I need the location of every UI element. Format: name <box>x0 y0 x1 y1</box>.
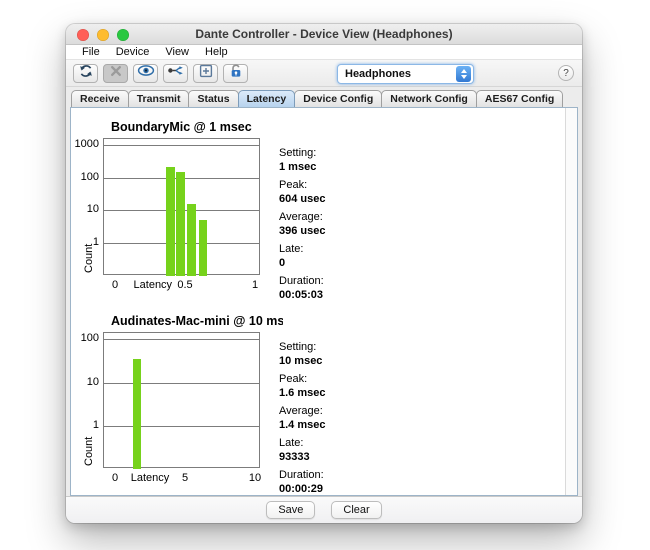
lock-icon <box>228 63 244 84</box>
latency-chart-1: Audinates-Mac-mini @ 10 msec 1 10 100 0 Laten… <box>71 314 577 496</box>
stat-label: Late: <box>279 437 389 451</box>
tab-latency[interactable]: Latency <box>238 90 296 107</box>
lock-button[interactable] <box>223 64 248 83</box>
latency-chart-0: BoundaryMic @ 1 msec 1 10 100 1000 0 Latency 0.… <box>71 120 577 314</box>
x-axis-label: Latency <box>131 472 170 484</box>
y-axis-label: Count <box>83 244 95 273</box>
histogram-bar <box>187 204 195 276</box>
y-axis-label: Count <box>83 437 95 466</box>
refresh-button[interactable] <box>73 64 98 83</box>
window-title: Dante Controller - Device View (Headphon… <box>195 27 452 41</box>
tab-bar: ReceiveTransmitStatusLatencyDevice Confi… <box>66 87 582 107</box>
histogram-bar <box>199 220 207 276</box>
plot-area <box>103 332 260 468</box>
latency-tab-panel: BoundaryMic @ 1 msec11010010000Latency0.… <box>70 107 578 496</box>
device-view-window: Dante Controller - Device View (Headphon… <box>66 24 582 523</box>
chart-title: BoundaryMic @ 1 msec <box>111 120 283 134</box>
plot-area <box>103 138 260 275</box>
config-disabled-button <box>103 64 128 83</box>
x-tick-label: 5 <box>182 472 188 484</box>
histogram-bar <box>166 167 174 276</box>
y-tick-label: 10 <box>71 376 99 388</box>
gridline <box>104 145 259 146</box>
x-tick-label: 0.5 <box>177 279 192 291</box>
x-axis-label: Latency <box>134 279 173 291</box>
x-tick-label: 0 <box>112 472 118 484</box>
multicast-button[interactable] <box>163 64 188 83</box>
tab-transmit[interactable]: Transmit <box>128 90 190 107</box>
close-button[interactable] <box>77 29 89 41</box>
menu-view[interactable]: View <box>157 46 197 58</box>
latency-stats: Setting:10 msec Peak:1.6 msec Average:1.4 … <box>279 341 389 496</box>
y-tick-label: 100 <box>71 332 99 344</box>
menu-file[interactable]: File <box>74 46 108 58</box>
clear-button[interactable]: Clear <box>331 501 381 519</box>
chart-title: Audinates-Mac-mini @ 10 msec <box>111 314 283 328</box>
stat-value: 1.6 msec <box>279 387 389 401</box>
save-button[interactable]: Save <box>266 501 315 519</box>
stat-label: Setting: <box>279 341 389 355</box>
add-flow-button[interactable] <box>193 64 218 83</box>
gridline <box>104 339 259 340</box>
stat-value: 396 usec <box>279 225 389 239</box>
y-tick-label: 1 <box>71 419 99 431</box>
x-tick-label: 1 <box>252 279 258 291</box>
y-tick-label: 1000 <box>71 138 99 150</box>
tab-status[interactable]: Status <box>188 90 238 107</box>
tab-aes67-config[interactable]: AES67 Config <box>476 90 563 107</box>
minimize-button[interactable] <box>97 29 109 41</box>
menu-help[interactable]: Help <box>197 46 236 58</box>
x-tick-label: 10 <box>249 472 261 484</box>
dropdown-stepper-icon <box>456 66 471 82</box>
menu-bar: FileDeviceViewHelp <box>66 45 582 60</box>
stat-value: 604 usec <box>279 193 389 207</box>
stat-label: Peak: <box>279 373 389 387</box>
title-bar[interactable]: Dante Controller - Device View (Headphon… <box>66 24 582 45</box>
add-flow-icon <box>198 63 214 84</box>
gridline <box>104 426 259 427</box>
stat-label: Average: <box>279 405 389 419</box>
x-tick-label: 0 <box>112 279 118 291</box>
stat-value: 1.4 msec <box>279 419 389 433</box>
toolbar: Headphones ? <box>66 60 582 87</box>
stat-value: 0 <box>279 257 389 271</box>
stat-value: 93333 <box>279 451 389 465</box>
help-button[interactable]: ? <box>558 65 574 81</box>
histogram-bar <box>133 359 141 469</box>
stat-value: 1 msec <box>279 161 389 175</box>
stat-label: Setting: <box>279 147 389 161</box>
tab-device-config[interactable]: Device Config <box>294 90 382 107</box>
y-tick-label: 10 <box>71 203 99 215</box>
zoom-button[interactable] <box>117 29 129 41</box>
stat-value: 00:05:03 <box>279 289 389 303</box>
identify-eye-button[interactable] <box>133 64 158 83</box>
bottom-bar: Save Clear <box>66 496 582 523</box>
config-disabled-icon <box>108 63 124 84</box>
identify-eye-icon <box>137 64 155 82</box>
stat-label: Average: <box>279 211 389 225</box>
menu-device[interactable]: Device <box>108 46 158 58</box>
stat-label: Peak: <box>279 179 389 193</box>
stat-label: Duration: <box>279 275 389 289</box>
tab-receive[interactable]: Receive <box>71 90 129 107</box>
histogram-bar <box>176 172 184 276</box>
device-select[interactable]: Headphones <box>337 64 474 84</box>
refresh-icon <box>78 63 94 84</box>
device-select-value: Headphones <box>338 68 456 80</box>
gridline <box>104 383 259 384</box>
tab-network-config[interactable]: Network Config <box>381 90 477 107</box>
traffic-lights <box>77 29 129 41</box>
stat-label: Late: <box>279 243 389 257</box>
latency-stats: Setting:1 msec Peak:604 usec Average:396 u… <box>279 147 389 307</box>
stat-value: 00:00:29 <box>279 483 389 497</box>
multicast-icon <box>167 64 185 82</box>
stat-value: 10 msec <box>279 355 389 369</box>
y-tick-label: 100 <box>71 171 99 183</box>
stat-label: Duration: <box>279 469 389 483</box>
